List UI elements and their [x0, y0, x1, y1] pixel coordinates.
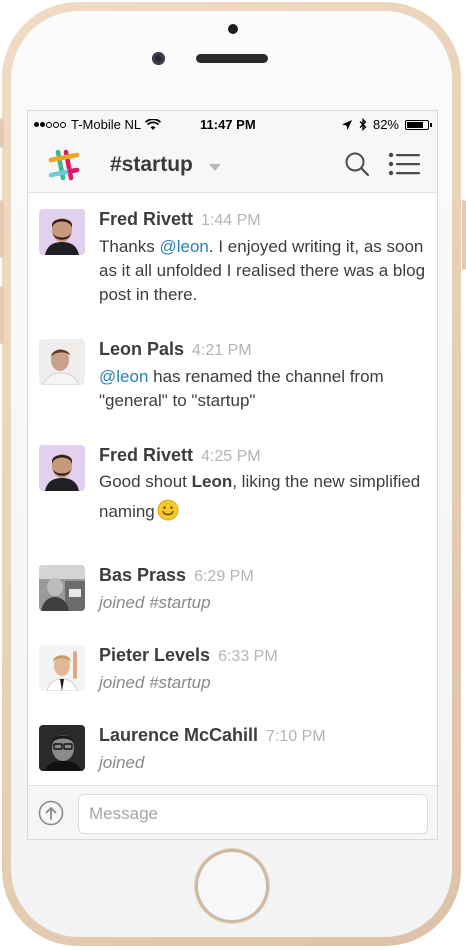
- chevron-down-icon[interactable]: [209, 164, 221, 171]
- home-button[interactable]: [195, 849, 269, 923]
- avatar[interactable]: [39, 209, 85, 255]
- message-author[interactable]: Bas Prass: [99, 565, 186, 585]
- message-text: Good shout Leon, liking the new simplifi…: [99, 472, 421, 521]
- channel-header: #startup: [28, 137, 437, 193]
- channel-title[interactable]: #startup: [110, 153, 193, 177]
- front-camera: [152, 52, 165, 65]
- message-header: Leon Pals 4:21 PM: [99, 339, 252, 360]
- join-notice: joined: [99, 753, 145, 772]
- message-time: 4:25 PM: [201, 448, 261, 465]
- slack-logo-icon[interactable]: [46, 147, 82, 183]
- join-notice: joined #startup: [99, 673, 211, 692]
- message-time: 7:10 PM: [266, 728, 326, 745]
- smiley-emoji-icon: [157, 499, 179, 521]
- message-header: Laurence McCahill 7:10 PM: [99, 725, 326, 746]
- proximity-sensor: [228, 24, 238, 34]
- message-header: Fred Rivett 4:25 PM: [99, 445, 261, 466]
- upload-arrow-icon[interactable]: [38, 800, 64, 826]
- avatar[interactable]: [39, 339, 85, 385]
- bold-name: Leon: [191, 472, 233, 491]
- message-list[interactable]: Fred Rivett 1:44 PM Thanks @leon. I enjoy…: [28, 193, 437, 783]
- status-time: 11:47 PM: [200, 117, 256, 132]
- message-time: 6:33 PM: [218, 648, 278, 665]
- status-bar: T-Mobile NL 11:47 PM 82%: [28, 111, 437, 137]
- user-mention[interactable]: @leon: [159, 237, 208, 256]
- wifi-icon: [145, 118, 162, 130]
- carrier-signal: T-Mobile NL: [34, 117, 162, 132]
- message-header: Bas Prass 6:29 PM: [99, 565, 254, 586]
- message-time: 4:21 PM: [192, 342, 252, 359]
- message-text: @leon has renamed the channel from "gene…: [99, 367, 384, 410]
- power-button: [462, 200, 466, 270]
- message-author[interactable]: Fred Rivett: [99, 445, 193, 465]
- message-time: 6:29 PM: [194, 568, 254, 585]
- status-indicators: 82%: [341, 117, 432, 132]
- silent-switch: [0, 118, 4, 148]
- message-text: Thanks @leon. I enjoyed writing it, as s…: [99, 237, 426, 304]
- join-notice: joined #startup: [99, 593, 211, 612]
- battery-icon: [405, 119, 432, 130]
- message-composer: [28, 785, 437, 839]
- avatar[interactable]: [39, 645, 85, 691]
- signal-strength-icon: [34, 121, 67, 128]
- location-arrow-icon: [341, 119, 352, 130]
- message-header: Pieter Levels 6:33 PM: [99, 645, 278, 666]
- message-time: 1:44 PM: [201, 212, 261, 229]
- avatar[interactable]: [39, 725, 85, 771]
- message-author[interactable]: Pieter Levels: [99, 645, 210, 665]
- user-mention[interactable]: @leon: [99, 367, 148, 386]
- volume-down-button: [0, 286, 4, 344]
- carrier-name: T-Mobile NL: [71, 117, 142, 132]
- volume-up-button: [0, 200, 4, 258]
- message-author[interactable]: Laurence McCahill: [99, 725, 258, 745]
- message-input[interactable]: [78, 794, 428, 834]
- message-author[interactable]: Fred Rivett: [99, 209, 193, 229]
- message-author[interactable]: Leon Pals: [99, 339, 184, 359]
- app-screen: T-Mobile NL 11:47 PM 82% #startup Fred R…: [27, 110, 438, 840]
- bluetooth-icon: [359, 118, 367, 131]
- battery-percent: 82%: [372, 117, 399, 132]
- avatar[interactable]: [39, 565, 85, 611]
- message-header: Fred Rivett 1:44 PM: [99, 209, 261, 230]
- avatar[interactable]: [39, 445, 85, 491]
- earpiece-speaker: [196, 54, 268, 63]
- channel-list-icon[interactable]: [388, 152, 420, 176]
- search-icon[interactable]: [344, 151, 370, 177]
